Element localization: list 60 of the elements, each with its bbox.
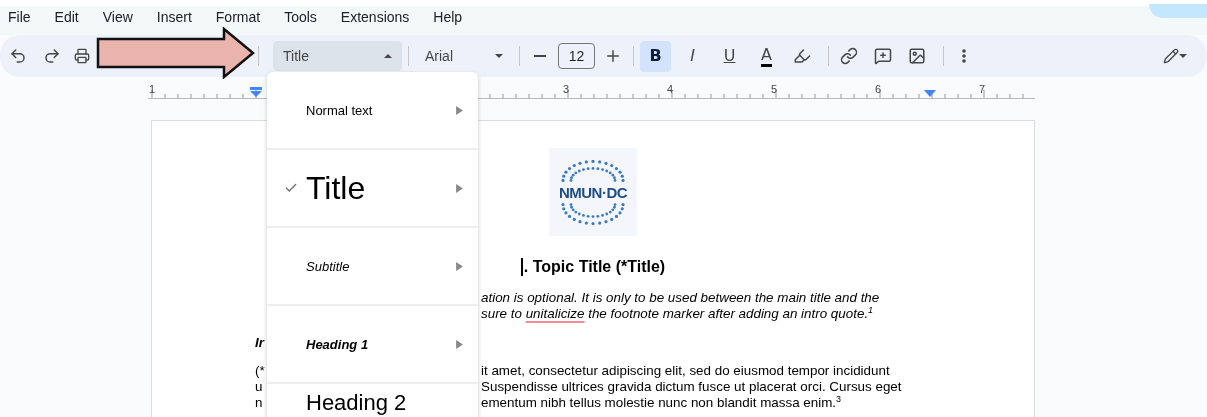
menu-item[interactable]: Tools <box>284 9 317 25</box>
caret-icon <box>495 52 503 60</box>
ruler-number: 6 <box>874 83 882 95</box>
submenu-arrow-icon <box>455 105 464 115</box>
print-icon <box>74 48 90 64</box>
body-text: Suspendisse ultrices gravida dictum fusce ut placerat orci. Cursus eget <box>481 379 902 395</box>
dotted-arc-icon <box>561 202 625 225</box>
style-menu-item[interactable]: Normal text <box>267 72 478 150</box>
link-icon <box>840 47 858 65</box>
ruler-number: 5 <box>770 83 778 95</box>
menu-item[interactable]: File <box>8 9 31 25</box>
image-icon <box>908 47 926 65</box>
pencil-icon <box>1163 48 1179 64</box>
style-menu-item[interactable]: Title <box>267 150 478 228</box>
section-heading: Ir <box>255 335 264 351</box>
highlighter-icon <box>793 47 811 65</box>
style-menu-item[interactable]: Heading 2 <box>267 384 478 417</box>
menu-item[interactable]: Format <box>215 9 261 25</box>
menu-item[interactable]: Help <box>433 9 463 25</box>
caret-up-icon <box>384 52 392 60</box>
redo-icon <box>43 47 61 65</box>
ruler-number: 4 <box>666 83 674 95</box>
body-text: u <box>255 379 263 395</box>
caret-icon <box>1179 52 1187 60</box>
body-text: it amet, consectetur adipiscing elit, sed do eiusmod tempor incididunt <box>481 363 890 379</box>
intro-text: sure to unitalicize the footnote marker after adding an intro quote.$^{1}$ <box>481 306 874 322</box>
body-text: ementum nibh tellus molestie nunc non blandit massa enim.$^{3}$ <box>481 395 842 411</box>
ruler-number: 7 <box>978 83 986 95</box>
style-menu-item[interactable]: Subtitle <box>267 228 478 306</box>
minus-icon <box>534 55 546 57</box>
undo-icon <box>9 47 27 65</box>
italic-button[interactable]: I <box>677 40 708 72</box>
underline-button[interactable]: U <box>714 40 745 72</box>
menu-item[interactable]: Extensions <box>340 9 410 25</box>
body-text: (* <box>255 363 265 379</box>
text-cursor <box>520 258 523 276</box>
dotted-arc-icon <box>561 159 625 182</box>
submenu-arrow-icon <box>455 261 464 271</box>
submenu-arrow-icon <box>455 183 464 193</box>
bold-button[interactable]: B <box>640 40 671 72</box>
more-icon <box>962 49 966 63</box>
font-size-field[interactable]: 12 <box>558 43 595 69</box>
style-dropdown[interactable]: Title <box>273 41 402 71</box>
submenu-arrow-icon <box>455 339 464 349</box>
ruler-number: 3 <box>562 83 570 95</box>
topic-title: . Topic Title (*Title) <box>523 258 666 276</box>
plus-icon <box>604 47 622 65</box>
add-comment-icon <box>874 47 892 65</box>
ruler-number: 1 <box>148 83 156 95</box>
menu-item[interactable]: Insert <box>156 9 192 25</box>
right-indent-marker-icon[interactable] <box>924 90 936 97</box>
style-menu-item[interactable]: Heading 1 <box>267 306 478 384</box>
menu-item[interactable]: Edit <box>54 9 79 25</box>
logo: NMUN·DC <box>549 148 637 236</box>
font-dropdown[interactable]: Arial <box>415 41 513 71</box>
text-color-button[interactable]: A <box>751 40 782 72</box>
body-text: n <box>255 395 263 411</box>
intro-text: ation is optional. It is only to be used between the main title and the <box>481 290 880 306</box>
menu-item[interactable]: View <box>102 9 133 25</box>
left-indent-marker-icon[interactable] <box>250 87 262 97</box>
